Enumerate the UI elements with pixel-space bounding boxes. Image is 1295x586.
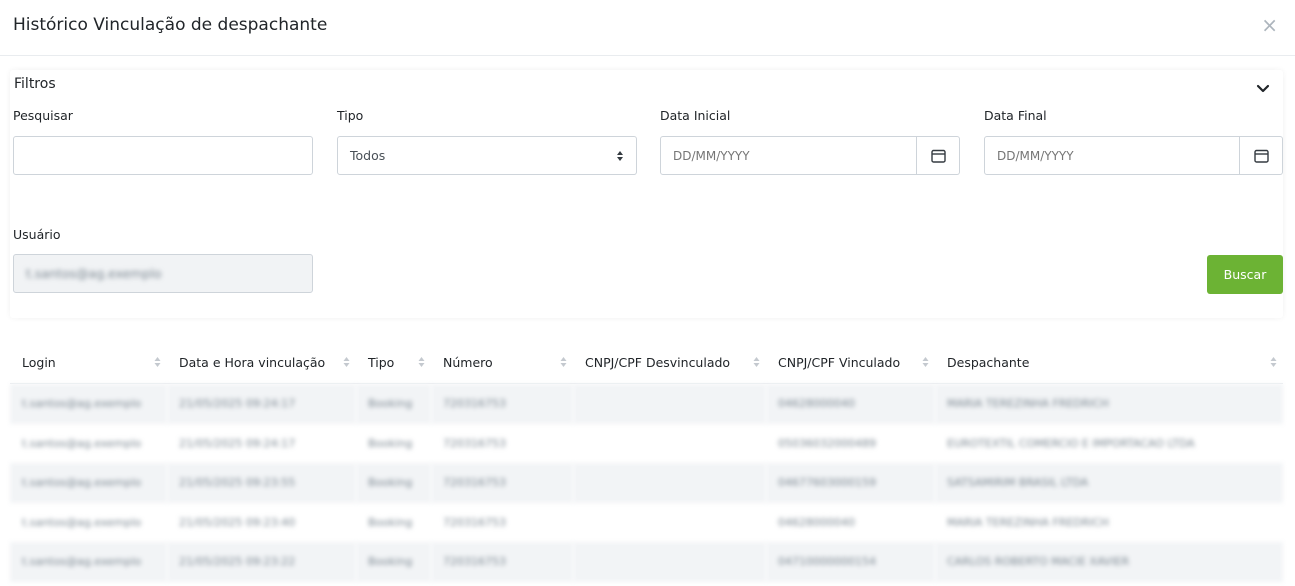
cell-cnpj-desvinculado xyxy=(573,424,766,464)
tipo-selected-value: Todos xyxy=(350,148,386,163)
cell-despachante: CARLOS ROBERTO MACIE XAVIER xyxy=(935,542,1283,582)
cell-cnpj-desvinculado xyxy=(573,503,766,543)
calendar-icon xyxy=(931,149,946,163)
cell-cnpj-vinculado: 04710000000154 xyxy=(766,542,935,582)
cell-despachante: MARIA TEREZINHA FREDRICH xyxy=(935,383,1283,424)
cell-despachante: EUROTEXTIL COMERCIO E IMPORTACAO LTDA xyxy=(947,436,1195,450)
data-inicial-label: Data Inicial xyxy=(660,108,731,123)
sort-icon xyxy=(154,357,161,367)
usuario-label: Usuário xyxy=(13,227,61,242)
sort-icon xyxy=(922,357,929,367)
cell-numero: 720316753 xyxy=(443,515,506,529)
table-row: t.santos@ag.exemplo 21/05/2025 09:23:55 … xyxy=(10,463,1283,503)
modal-header: Histórico Vinculação de despachante × xyxy=(0,0,1295,56)
usuario-value: t.santos@ag.exemplo xyxy=(26,266,162,281)
column-header-tipo[interactable]: Tipo xyxy=(356,342,431,384)
pesquisar-label: Pesquisar xyxy=(13,108,73,123)
cell-cnpj-desvinculado xyxy=(573,383,766,424)
cell-data-hora: 21/05/2025 09:23:40 xyxy=(179,515,296,529)
calendar-icon xyxy=(1254,149,1269,163)
usuario-field: t.santos@ag.exemplo xyxy=(13,254,313,293)
chevron-down-icon[interactable] xyxy=(1255,80,1271,96)
cell-tipo: Booking xyxy=(356,383,431,424)
cell-numero: 720316753 xyxy=(443,436,506,450)
tipo-select[interactable]: Todos xyxy=(337,136,637,175)
cell-cnpj-desvinculado xyxy=(573,463,766,503)
table-header-row: Login Data e Hora vinculação Tipo Número… xyxy=(10,342,1283,384)
tipo-label: Tipo xyxy=(337,108,364,123)
results-table: Login Data e Hora vinculação Tipo Número… xyxy=(10,342,1283,582)
table-row: t.santos@ag.exemplo 21/05/2025 09:24:17 … xyxy=(10,383,1283,424)
cell-cnpj-vinculado: 04677603000159 xyxy=(766,463,935,503)
sort-icon xyxy=(343,357,350,367)
cell-data-hora: 21/05/2025 09:24:17 xyxy=(167,383,356,424)
cell-data-hora: 21/05/2025 09:24:17 xyxy=(179,436,296,450)
search-input[interactable] xyxy=(14,137,312,174)
sort-icon xyxy=(1270,357,1277,367)
data-final-calendar-button[interactable] xyxy=(1240,136,1283,175)
column-header-cnpj-desvinculado[interactable]: CNPJ/CPF Desvinculado xyxy=(573,342,766,384)
column-header-cnpj-vinculado[interactable]: CNPJ/CPF Vinculado xyxy=(766,342,935,384)
close-icon[interactable]: × xyxy=(1261,14,1278,36)
cell-cnpj-vinculado: 04628000040 xyxy=(766,383,935,424)
cell-data-hora: 21/05/2025 09:23:22 xyxy=(167,542,356,582)
data-final-field[interactable] xyxy=(984,136,1240,175)
search-field[interactable] xyxy=(13,136,313,175)
cell-cnpj-vinculado: 05036032000489 xyxy=(778,436,876,450)
cell-numero: 720316753 xyxy=(431,542,573,582)
data-inicial-calendar-button[interactable] xyxy=(917,136,960,175)
cell-cnpj-desvinculado xyxy=(573,542,766,582)
cell-login: t.santos@ag.exemplo xyxy=(22,436,142,450)
cell-tipo: Booking xyxy=(356,542,431,582)
cell-login: t.santos@ag.exemplo xyxy=(10,463,167,503)
table-row: t.santos@ag.exemplo 21/05/2025 09:23:22 … xyxy=(10,542,1283,582)
buscar-button[interactable]: Buscar xyxy=(1207,255,1283,294)
column-header-data-hora[interactable]: Data e Hora vinculação xyxy=(167,342,356,384)
cell-login: t.santos@ag.exemplo xyxy=(10,542,167,582)
cell-numero: 720316753 xyxy=(431,383,573,424)
sort-icon xyxy=(418,357,425,367)
cell-tipo: Booking xyxy=(368,436,413,450)
table-row: t.santos@ag.exemplo 21/05/2025 09:23:40 … xyxy=(10,503,1283,543)
cell-login: t.santos@ag.exemplo xyxy=(22,515,142,529)
data-final-input[interactable] xyxy=(985,137,1239,174)
column-header-numero[interactable]: Número xyxy=(431,342,573,384)
cell-despachante: MARIA TEREZINHA FREDRICH xyxy=(947,515,1109,529)
column-header-despachante[interactable]: Despachante xyxy=(935,342,1283,384)
select-arrows-icon xyxy=(617,151,623,161)
data-final-label: Data Final xyxy=(984,108,1047,123)
cell-data-hora: 21/05/2025 09:23:55 xyxy=(167,463,356,503)
cell-despachante: SATSAMIRIM BRASIL LTDA xyxy=(935,463,1283,503)
cell-login: t.santos@ag.exemplo xyxy=(10,383,167,424)
cell-cnpj-vinculado: 04628000040 xyxy=(778,515,855,529)
modal-title: Histórico Vinculação de despachante xyxy=(13,15,328,35)
cell-tipo: Booking xyxy=(356,463,431,503)
sort-icon xyxy=(560,357,567,367)
table-row: t.santos@ag.exemplo 21/05/2025 09:24:17 … xyxy=(10,424,1283,464)
cell-numero: 720316753 xyxy=(431,463,573,503)
sort-icon xyxy=(753,357,760,367)
filters-title: Filtros xyxy=(14,76,56,92)
cell-tipo: Booking xyxy=(368,515,413,529)
column-header-login[interactable]: Login xyxy=(10,342,167,384)
data-inicial-input[interactable] xyxy=(661,137,916,174)
data-inicial-field[interactable] xyxy=(660,136,917,175)
